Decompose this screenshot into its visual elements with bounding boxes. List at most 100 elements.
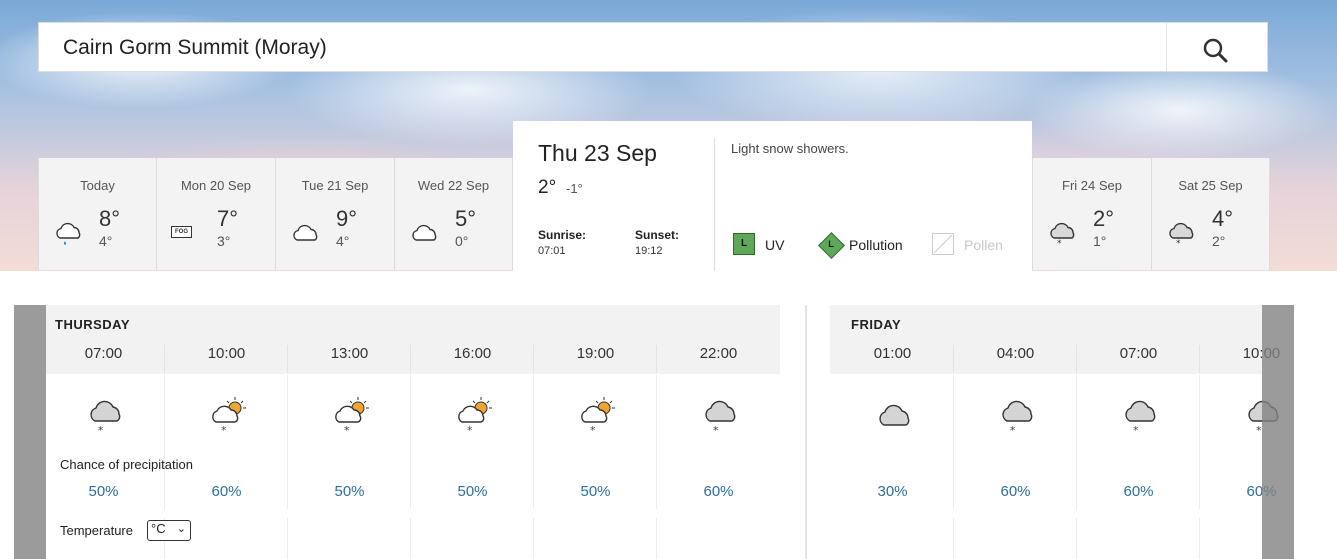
scroll-right-button[interactable] [1262, 305, 1294, 559]
day-divider [805, 305, 807, 559]
hour-time: 13:00 [330, 345, 369, 362]
precipitation-chance: 50% [580, 483, 611, 500]
svg-text:*: * [590, 424, 596, 435]
card-divider [714, 138, 715, 271]
day-label: Tue 21 Sep [301, 178, 369, 193]
selected-low: -1° [566, 181, 583, 196]
pollution-badge-text: L [828, 239, 834, 249]
fog-icon: FOG [171, 220, 203, 246]
cloud-snow-icon: * [705, 400, 736, 435]
day-high: 5° [455, 206, 477, 231]
svg-text:*: * [1057, 239, 1062, 246]
sunrise-time: 07:01 [538, 245, 566, 257]
cloud-snow-icon: * [1125, 400, 1156, 435]
day-high: 2° [1093, 206, 1115, 231]
day-label: Fri 24 Sep [1062, 178, 1122, 193]
cloud-icon [412, 224, 437, 241]
day-tab-tue-21[interactable]: Tue 21 Sep 9° 4° [276, 158, 395, 270]
pollen-badge [932, 233, 954, 255]
hour-time: 22:00 [699, 345, 738, 362]
day-low: 4° [99, 233, 113, 249]
precipitation-chance: 50% [334, 483, 365, 500]
location-search[interactable]: Cairn Gorm Summit (Moray) [38, 22, 1268, 72]
precipitation-chance: 50% [88, 483, 119, 500]
pollen-label: Pollen [964, 237, 1003, 253]
precipitation-chance: 60% [703, 483, 734, 500]
hour-time: 07:00 [84, 345, 123, 362]
search-input[interactable]: Cairn Gorm Summit (Moray) [63, 36, 327, 60]
day-high: 9° [336, 206, 358, 231]
sun-cloud-snow-icon: * [458, 397, 492, 435]
hour-column: 13:00 * 50% [288, 345, 411, 559]
day-high: 7° [217, 206, 239, 231]
search-button[interactable] [1199, 35, 1233, 65]
svg-text:*: * [713, 424, 719, 435]
cloud-icon [293, 224, 318, 241]
day-label: Today [80, 178, 115, 193]
selected-date: Thu 23 Sep [538, 140, 657, 166]
day-tab-today[interactable]: Today 8° 4° [38, 158, 157, 270]
day-low: 2° [1212, 233, 1226, 249]
hour-column: 16:00 * 50% [411, 345, 534, 559]
precipitation-chance: 60% [211, 483, 242, 500]
precipitation-chance: 30% [877, 483, 908, 500]
day-tab-wed-22[interactable]: Wed 22 Sep 5° 0° [395, 158, 513, 270]
sunset-time: 19:12 [635, 245, 663, 257]
selected-day-card: Thu 23 Sep 2° -1° Sunrise: 07:01 Sunset:… [513, 121, 1032, 271]
day-tab-sat-25[interactable]: Sat 25 Sep * 4° 2° [1152, 158, 1270, 270]
cloud-snow-icon: * [1050, 222, 1075, 246]
svg-text:*: * [344, 424, 350, 435]
hour-time: 19:00 [576, 345, 615, 362]
search-divider [1166, 23, 1167, 71]
day-high: 8° [99, 206, 121, 231]
hour-time: 04:00 [996, 345, 1035, 362]
day-low: 1° [1093, 233, 1107, 249]
search-icon [1203, 38, 1228, 63]
svg-text:*: * [98, 424, 104, 435]
precipitation-chance: 60% [1123, 483, 1154, 500]
day-high: 4° [1212, 206, 1234, 231]
svg-text:*: * [1133, 424, 1139, 435]
temperature-unit-select[interactable]: °C ⌄ [147, 520, 191, 541]
cloud-rain-icon [56, 222, 81, 245]
cloud-snow-icon: * [1002, 400, 1033, 435]
sun-cloud-snow-icon: * [212, 397, 246, 435]
day-low: 3° [217, 233, 231, 249]
cloud-snow-icon: * [1169, 222, 1194, 246]
pollen-unavailable-icon [933, 234, 953, 254]
hour-time: 07:00 [1119, 345, 1158, 362]
day-label: Sat 25 Sep [1178, 178, 1243, 193]
selected-high: 2° [538, 177, 557, 198]
hour-time: 10:00 [207, 345, 246, 362]
uv-label[interactable]: UV [765, 237, 784, 253]
hour-column: 22:00 * 60% [657, 345, 780, 559]
day-label: Wed 22 Sep [417, 178, 490, 193]
day-low: 4° [336, 233, 350, 249]
cloud-snow-icon: * [90, 400, 121, 435]
hour-column: 19:00 * 50% [534, 345, 657, 559]
day-tab-fri-24[interactable]: Fri 24 Sep * 2° 1° [1032, 158, 1152, 270]
weather-description: Light snow showers. [731, 141, 849, 156]
day-tab-mon-20[interactable]: Mon 20 Sep FOG 7° 3° [157, 158, 276, 270]
hour-column: 01:00 30% [831, 345, 954, 559]
day-label: Mon 20 Sep [180, 178, 252, 193]
pollution-label[interactable]: Pollution [849, 237, 903, 253]
svg-text:*: * [221, 424, 227, 435]
svg-text:*: * [1010, 424, 1016, 435]
hour-time: 01:00 [873, 345, 912, 362]
friday-heading: FRIDAY [851, 317, 902, 332]
precipitation-chance: 60% [1000, 483, 1031, 500]
sunrise-label: Sunrise: [538, 228, 587, 242]
thursday-heading: THURSDAY [55, 317, 131, 332]
precipitation-row-label: Chance of precipitation [60, 457, 193, 472]
uv-badge[interactable]: L [733, 233, 755, 255]
temperature-row-label: Temperature [60, 523, 133, 538]
svg-text:*: * [1176, 239, 1181, 246]
chevron-down-icon: ⌄ [176, 523, 186, 535]
sun-cloud-snow-icon: * [335, 397, 369, 435]
hour-column: 04:00 * 60% [954, 345, 1077, 559]
hour-time: 16:00 [453, 345, 492, 362]
sun-cloud-snow-icon: * [581, 397, 615, 435]
temperature-unit-value: °C [151, 521, 166, 536]
day-low: 0° [455, 233, 469, 249]
